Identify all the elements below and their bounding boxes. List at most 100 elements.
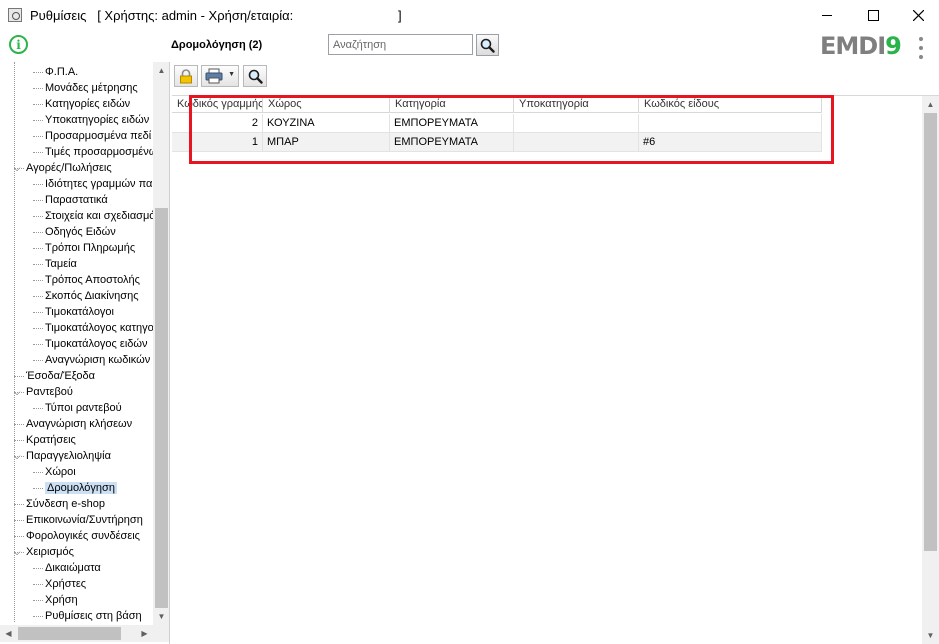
tree-item-label: Προσαρμοσμένα πεδί: [45, 130, 152, 142]
close-button[interactable]: [895, 0, 939, 30]
column-header-category[interactable]: Κατηγορία: [390, 96, 514, 113]
table-row[interactable]: 2 ΚΟΥΖΙΝΑ ΕΜΠΟΡΕΥΜΑΤΑ: [172, 114, 822, 133]
search-input[interactable]: [328, 34, 473, 55]
tree-vertical-guide: [14, 62, 15, 622]
tree-item[interactable]: Παραστατικά: [45, 192, 108, 208]
subcategory-cell[interactable]: [514, 133, 639, 152]
search-button[interactable]: [476, 34, 499, 56]
tree-connector: [33, 120, 43, 121]
tree-item-label: Φ.Π.Α.: [45, 66, 79, 78]
info-icon[interactable]: i: [9, 35, 28, 54]
tree-item[interactable]: Φορολογικές συνδέσεις: [26, 528, 140, 544]
tree-connector: [33, 72, 43, 73]
logo-number: 9: [885, 32, 902, 60]
tree-item[interactable]: Δρομολόγηση: [45, 480, 117, 496]
tree-item[interactable]: Χώροι: [45, 464, 76, 480]
tree-item[interactable]: Φ.Π.Α.: [45, 64, 78, 80]
scroll-down-arrow-icon[interactable]: ▼: [153, 608, 169, 625]
column-header-line-code[interactable]: Κωδικός γραμμής: [172, 96, 263, 113]
tree-item-label: Έσοδα/Έξοδα: [26, 370, 95, 382]
scroll-up-arrow-icon[interactable]: ▲: [153, 62, 169, 79]
tree-item-label: Φορολογικές συνδέσεις: [26, 530, 140, 542]
tree-item[interactable]: Κρατήσεις: [26, 432, 76, 448]
column-header-subcategory[interactable]: Υποκατηγορία: [514, 96, 639, 113]
more-options-icon[interactable]: [917, 37, 925, 59]
tree-item-label: Τιμές προσαρμοσμένω: [45, 146, 153, 158]
tree-item[interactable]: ⌵ Αγορές/Πωλήσεις: [14, 160, 112, 176]
tree-item[interactable]: Αναγνώριση κλήσεων: [26, 416, 132, 432]
tree-item[interactable]: Έσοδα/Έξοδα: [26, 368, 95, 384]
lock-button[interactable]: [174, 65, 198, 87]
tree-item[interactable]: Σύνδεση e-shop: [26, 496, 105, 512]
tree-item-label: Χειρισμός: [26, 546, 74, 558]
tree-item[interactable]: Προσαρμοσμένα πεδί: [45, 128, 151, 144]
tree-item[interactable]: Τύποι ραντεβού: [45, 400, 122, 416]
tree-connector: [14, 536, 24, 537]
minimize-button[interactable]: [804, 0, 850, 30]
lock-icon: [180, 68, 192, 83]
grid-vertical-scrollbar[interactable]: ▲ ▼: [922, 96, 939, 644]
category-cell[interactable]: ΕΜΠΟΡΕΥΜΑΤΑ: [390, 114, 514, 133]
tree-item[interactable]: ⌵ Ραντεβού: [14, 384, 73, 400]
line-code-cell[interactable]: 1: [172, 133, 263, 152]
tree-connector: [33, 360, 43, 361]
tree-item[interactable]: Ιδιότητες γραμμών πα: [45, 176, 152, 192]
subcategory-cell[interactable]: [514, 114, 639, 133]
tree-connector: [33, 88, 43, 89]
tree-horizontal-scrollbar[interactable]: ◀ ▶: [0, 625, 169, 642]
tree-item[interactable]: Ταμεία: [45, 256, 77, 272]
tree-connector: [33, 248, 43, 249]
find-button[interactable]: [243, 65, 267, 87]
tree-scroll-thumb[interactable]: [155, 208, 168, 608]
table-row[interactable]: 1 ΜΠΑΡ ΕΜΠΟΡΕΥΜΑΤΑ #6: [172, 133, 822, 152]
tree-item[interactable]: ⌵ Χειρισμός: [14, 544, 74, 560]
tree-connector: [33, 104, 43, 105]
grid-scroll-up-arrow-icon[interactable]: ▲: [922, 96, 939, 113]
tree-item[interactable]: Επικοινωνία/Συντήρηση: [26, 512, 143, 528]
tree-item[interactable]: Τιμοκατάλογοι: [45, 304, 114, 320]
tree-item[interactable]: Μονάδες μέτρησης: [45, 80, 138, 96]
tree-item-label: Χώροι: [45, 466, 76, 478]
category-cell[interactable]: ΕΜΠΟΡΕΥΜΑΤΑ: [390, 133, 514, 152]
tree-item[interactable]: Χρήστες: [45, 576, 86, 592]
tree-connector: [33, 200, 43, 201]
tree-item[interactable]: Τιμοκατάλογος ειδών: [45, 336, 147, 352]
scroll-left-arrow-icon[interactable]: ◀: [0, 625, 17, 642]
tree-item[interactable]: Κατηγορίες ειδών: [45, 96, 130, 112]
tree-item[interactable]: Δικαιώματα: [45, 560, 101, 576]
tree-connector: [33, 328, 43, 329]
line-code-cell[interactable]: 2: [172, 114, 263, 133]
tree-item[interactable]: Τιμοκατάλογος κατηγο: [45, 320, 153, 336]
maximize-button[interactable]: [850, 0, 896, 30]
tree-item[interactable]: Τρόποι Πληρωμής: [45, 240, 135, 256]
item-code-cell[interactable]: [639, 114, 822, 133]
tree-item[interactable]: Χρήση: [45, 592, 78, 608]
tree-item-label: Ταμεία: [45, 258, 77, 270]
tree-connector: [33, 232, 43, 233]
item-code-cell[interactable]: #6: [639, 133, 822, 152]
grid-scroll-thumb[interactable]: [924, 113, 937, 551]
tree-item[interactable]: Στοιχεία και σχεδιασμό: [45, 208, 153, 224]
tree-item[interactable]: Τρόπος Αποστολής: [45, 272, 140, 288]
chevron-down-icon[interactable]: ▼: [228, 71, 235, 78]
tree-item[interactable]: Αναγνώριση κωδικών: [45, 352, 150, 368]
grid-scroll-down-arrow-icon[interactable]: ▼: [922, 627, 939, 644]
print-button[interactable]: ▼: [201, 65, 239, 87]
space-cell[interactable]: ΚΟΥΖΙΝΑ: [263, 114, 390, 133]
tree-hscroll-thumb[interactable]: [18, 627, 121, 640]
column-header-space[interactable]: Χώρος: [263, 96, 390, 113]
tree-connector: [33, 584, 43, 585]
tree-item-label: Παραστατικά: [45, 194, 108, 206]
tree-item[interactable]: Υποκατηγορίες ειδών: [45, 112, 149, 128]
tree-connector: [33, 136, 43, 137]
tree-vertical-scrollbar[interactable]: ▲ ▼: [153, 62, 169, 625]
tree-item[interactable]: Σκοπός Διακίνησης: [45, 288, 139, 304]
tree-item[interactable]: Τιμές προσαρμοσμένω: [45, 144, 153, 160]
tree-item[interactable]: ⌵ Παραγγελιοληψία: [14, 448, 111, 464]
scroll-right-arrow-icon[interactable]: ▶: [136, 625, 153, 642]
space-cell[interactable]: ΜΠΑΡ: [263, 133, 390, 152]
column-header-item-code[interactable]: Κωδικός είδους: [639, 96, 822, 113]
grid-header: Κωδικός γραμμής Χώρος Κατηγορία Υποκατηγ…: [172, 96, 822, 113]
tree-item[interactable]: Ρυθμίσεις στη βάση: [45, 608, 142, 624]
tree-item[interactable]: Οδηγός Ειδών: [45, 224, 116, 240]
